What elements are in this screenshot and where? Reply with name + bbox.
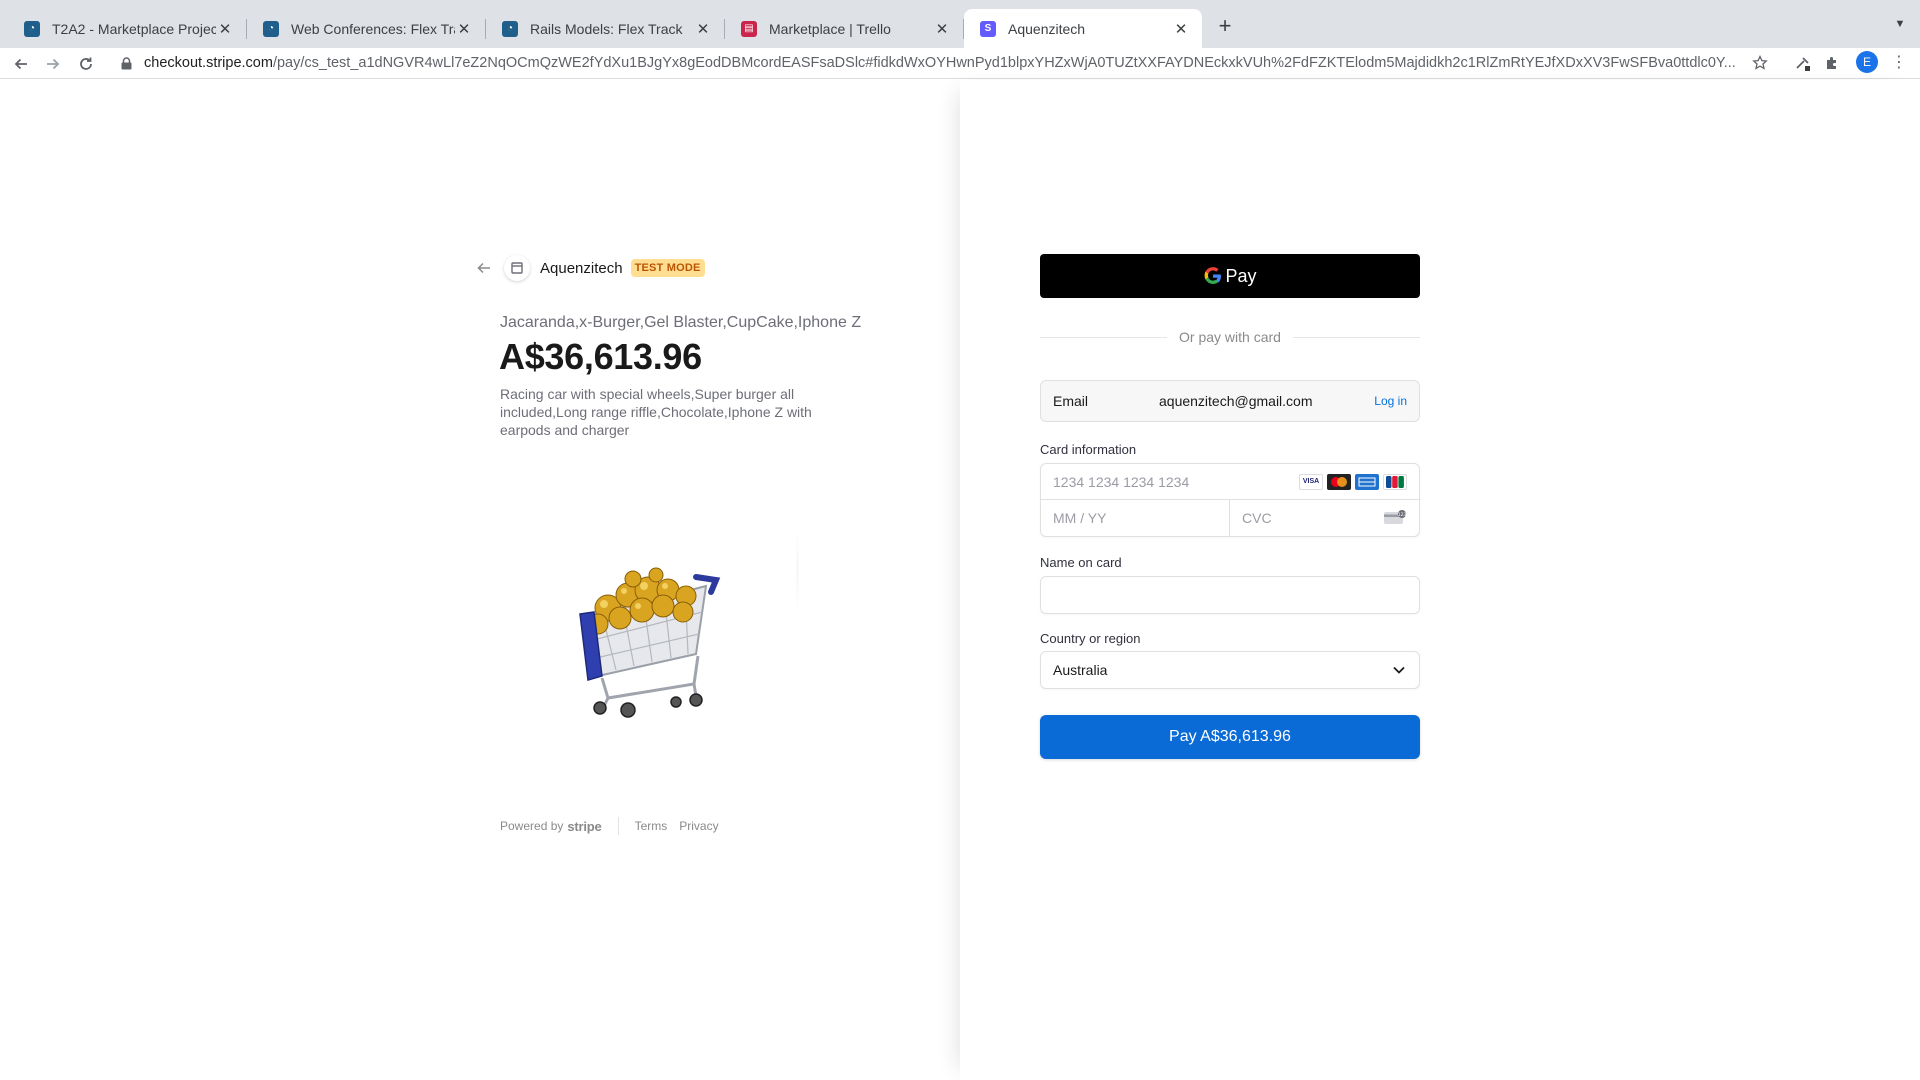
expiry-field[interactable]: MM / YY	[1041, 500, 1230, 536]
name-on-card-input[interactable]	[1040, 576, 1420, 614]
address-bar[interactable]: checkout.stripe.com/pay/cs_test_a1dNGVR4…	[110, 48, 1780, 78]
close-tab-icon[interactable]: ✕	[455, 20, 473, 38]
extensions-puzzle-icon[interactable]	[1822, 53, 1842, 73]
country-select[interactable]: Australia	[1040, 651, 1420, 689]
checkout-page: Aquenzitech TEST MODE Jacaranda,x-Burger…	[0, 80, 1920, 1080]
cvc-card-icon: 123	[1383, 509, 1407, 528]
browser-menu-icon[interactable]: ⋮	[1888, 51, 1910, 73]
close-tab-icon[interactable]: ✕	[933, 20, 951, 38]
mastercard-icon	[1327, 473, 1351, 490]
lock-icon[interactable]	[118, 55, 134, 71]
checkout-footer: Powered by stripe Terms Privacy	[500, 816, 731, 836]
product-description: Racing car with special wheels,Super bur…	[500, 386, 812, 438]
google-pay-label: Pay	[1225, 265, 1257, 286]
tab-title: Marketplace | Trello	[769, 20, 891, 37]
amex-icon	[1355, 473, 1379, 490]
merchant-header: Aquenzitech TEST MODE	[476, 255, 705, 281]
back-icon[interactable]	[8, 51, 34, 77]
product-image	[579, 567, 721, 718]
divider-text: Or pay with card	[1179, 329, 1281, 345]
canvas-icon: ◔	[502, 20, 518, 37]
merchant-name: Aquenzitech	[540, 259, 623, 277]
cvc-placeholder: CVC	[1242, 510, 1272, 526]
powered-by-text: Powered by	[500, 819, 564, 833]
profile-avatar[interactable]: E	[1856, 51, 1878, 73]
email-field[interactable]: Email aquenzitech@gmail.com Log in	[1040, 380, 1420, 422]
browser-tab[interactable]: ◔ Web Conferences: Flex Track ✕	[247, 9, 486, 48]
email-label: Email	[1053, 393, 1089, 409]
close-tab-icon[interactable]: ✕	[694, 20, 712, 38]
svg-text:123: 123	[1398, 511, 1407, 517]
card-information-label: Card information	[1040, 442, 1137, 457]
browser-tab-strip: ◔ T2A2 - Marketplace Project ✕ ◔ Web Con…	[0, 0, 1920, 48]
google-g-icon	[1205, 267, 1222, 284]
test-mode-badge: TEST MODE	[630, 259, 705, 277]
browser-tab[interactable]: ◔ Rails Models: Flex Track ✕	[486, 9, 725, 48]
browser-tab-active[interactable]: S Aquenzitech ✕	[964, 9, 1202, 48]
close-tab-icon[interactable]: ✕	[1172, 20, 1190, 38]
email-value: aquenzitech@gmail.com	[1159, 393, 1313, 409]
google-pay-button[interactable]: Pay	[1040, 254, 1420, 298]
name-on-card-label: Name on card	[1040, 555, 1122, 570]
expiry-placeholder: MM / YY	[1053, 510, 1107, 526]
extension-icon[interactable]	[1793, 53, 1813, 73]
terms-link[interactable]: Terms	[635, 819, 668, 833]
cvc-field[interactable]: CVC 123	[1230, 500, 1419, 536]
browser-tab[interactable]: ◔ T2A2 - Marketplace Project ✕	[8, 9, 247, 48]
stripe-icon: S	[980, 20, 996, 37]
bookmark-star-icon[interactable]	[1750, 53, 1770, 73]
divider-line	[1292, 336, 1420, 338]
log-in-link[interactable]: Log in	[1374, 394, 1407, 408]
card-information-group: 1234 1234 1234 1234 VISA MM / YY CVC 123	[1040, 463, 1420, 537]
stripe-logo[interactable]: stripe	[567, 819, 601, 834]
back-arrow-icon[interactable]	[476, 260, 492, 276]
total-amount: A$36,613.96	[499, 336, 702, 377]
reload-icon[interactable]	[73, 51, 99, 77]
tab-title: Rails Models: Flex Track	[530, 20, 683, 37]
url-text: checkout.stripe.com/pay/cs_test_a1dNGVR4…	[144, 55, 1780, 71]
tab-title: Aquenzitech	[1008, 20, 1086, 37]
browser-tab[interactable]: ▤ Marketplace | Trello ✕	[725, 9, 964, 48]
card-number-placeholder: 1234 1234 1234 1234	[1053, 473, 1190, 490]
canvas-icon: ◔	[24, 20, 40, 37]
url-host: checkout.stripe.com	[144, 55, 273, 71]
footer-divider	[617, 817, 619, 835]
chevron-down-icon	[1391, 662, 1407, 678]
privacy-link[interactable]: Privacy	[679, 819, 718, 833]
image-edge-shadow	[796, 528, 799, 612]
order-summary-panel	[0, 80, 960, 1080]
browser-toolbar: checkout.stripe.com/pay/cs_test_a1dNGVR4…	[0, 48, 1920, 79]
jcb-icon	[1383, 473, 1407, 490]
country-value: Australia	[1053, 662, 1108, 678]
pay-button[interactable]: Pay A$36,613.96	[1040, 715, 1420, 759]
or-pay-with-card-divider: Or pay with card	[1040, 328, 1420, 346]
country-or-region-label: Country or region	[1040, 631, 1141, 646]
product-names: Jacaranda,x-Burger,Gel Blaster,CupCake,I…	[500, 314, 862, 331]
card-expiry-cvc-row: MM / YY CVC 123	[1041, 500, 1419, 536]
forward-icon[interactable]	[40, 51, 66, 77]
tab-title: T2A2 - Marketplace Project	[52, 20, 216, 37]
tab-title: Web Conferences: Flex Track	[291, 20, 455, 37]
store-icon	[504, 255, 530, 281]
canvas-icon: ◔	[263, 20, 279, 37]
trello-icon: ▤	[741, 20, 757, 37]
new-tab-button[interactable]: +	[1213, 13, 1237, 38]
divider-line	[1040, 336, 1168, 338]
card-number-field[interactable]: 1234 1234 1234 1234 VISA	[1041, 464, 1419, 500]
tab-search-icon[interactable]: ▼	[1892, 16, 1908, 32]
close-tab-icon[interactable]: ✕	[216, 20, 234, 38]
visa-icon: VISA	[1299, 473, 1323, 490]
url-path: /pay/cs_test_a1dNGVR4wLl7eZ2NqOCmQzWE2fY…	[272, 55, 1736, 71]
